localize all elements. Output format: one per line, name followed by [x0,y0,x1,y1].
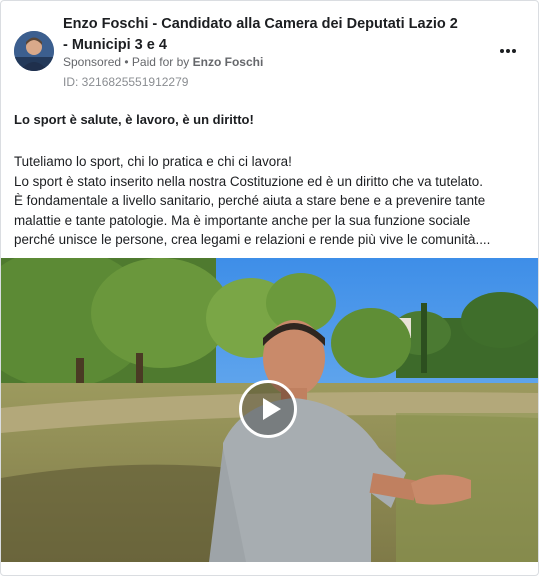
ad-card: Enzo Foschi - Candidato alla Camera dei … [0,0,539,576]
video-player[interactable] [1,258,538,562]
more-options-button[interactable] [495,41,521,61]
sponsored-label: Sponsored [63,55,122,69]
more-options-icon-dot [506,49,510,53]
post-body-line: È fondamentale a livello sanitario, perc… [14,193,486,208]
avatar[interactable] [14,31,54,71]
post-body-line: malattie e tante patologie. Ma è importa… [14,212,471,228]
page-name[interactable]: Enzo Foschi - Candidato alla Camera dei … [63,14,463,56]
play-icon [263,398,281,420]
post-headline: Lo sport è salute, è lavoro, è un diritt… [14,112,254,127]
post-body-line: Tuteliamo lo sport, chi lo pratica e chi… [14,154,292,169]
more-options-icon [500,49,504,53]
play-button[interactable] [239,380,297,438]
post-body-line: Lo sport è stato inserito nella nostra C… [14,173,483,189]
ad-id: ID: 3216825551912279 [63,75,189,89]
post-body-line: perché unisce le persone, crea legami e … [14,232,491,247]
paid-for-prefix: • Paid for by [121,55,193,69]
paid-for-name[interactable]: Enzo Foschi [193,55,264,69]
sponsored-line: Sponsored • Paid for by Enzo Foschi [63,54,263,70]
post-body: Tuteliamo lo sport, chi lo pratica e chi… [14,152,529,250]
more-options-icon-dot [512,49,516,53]
avatar-image [14,31,54,71]
